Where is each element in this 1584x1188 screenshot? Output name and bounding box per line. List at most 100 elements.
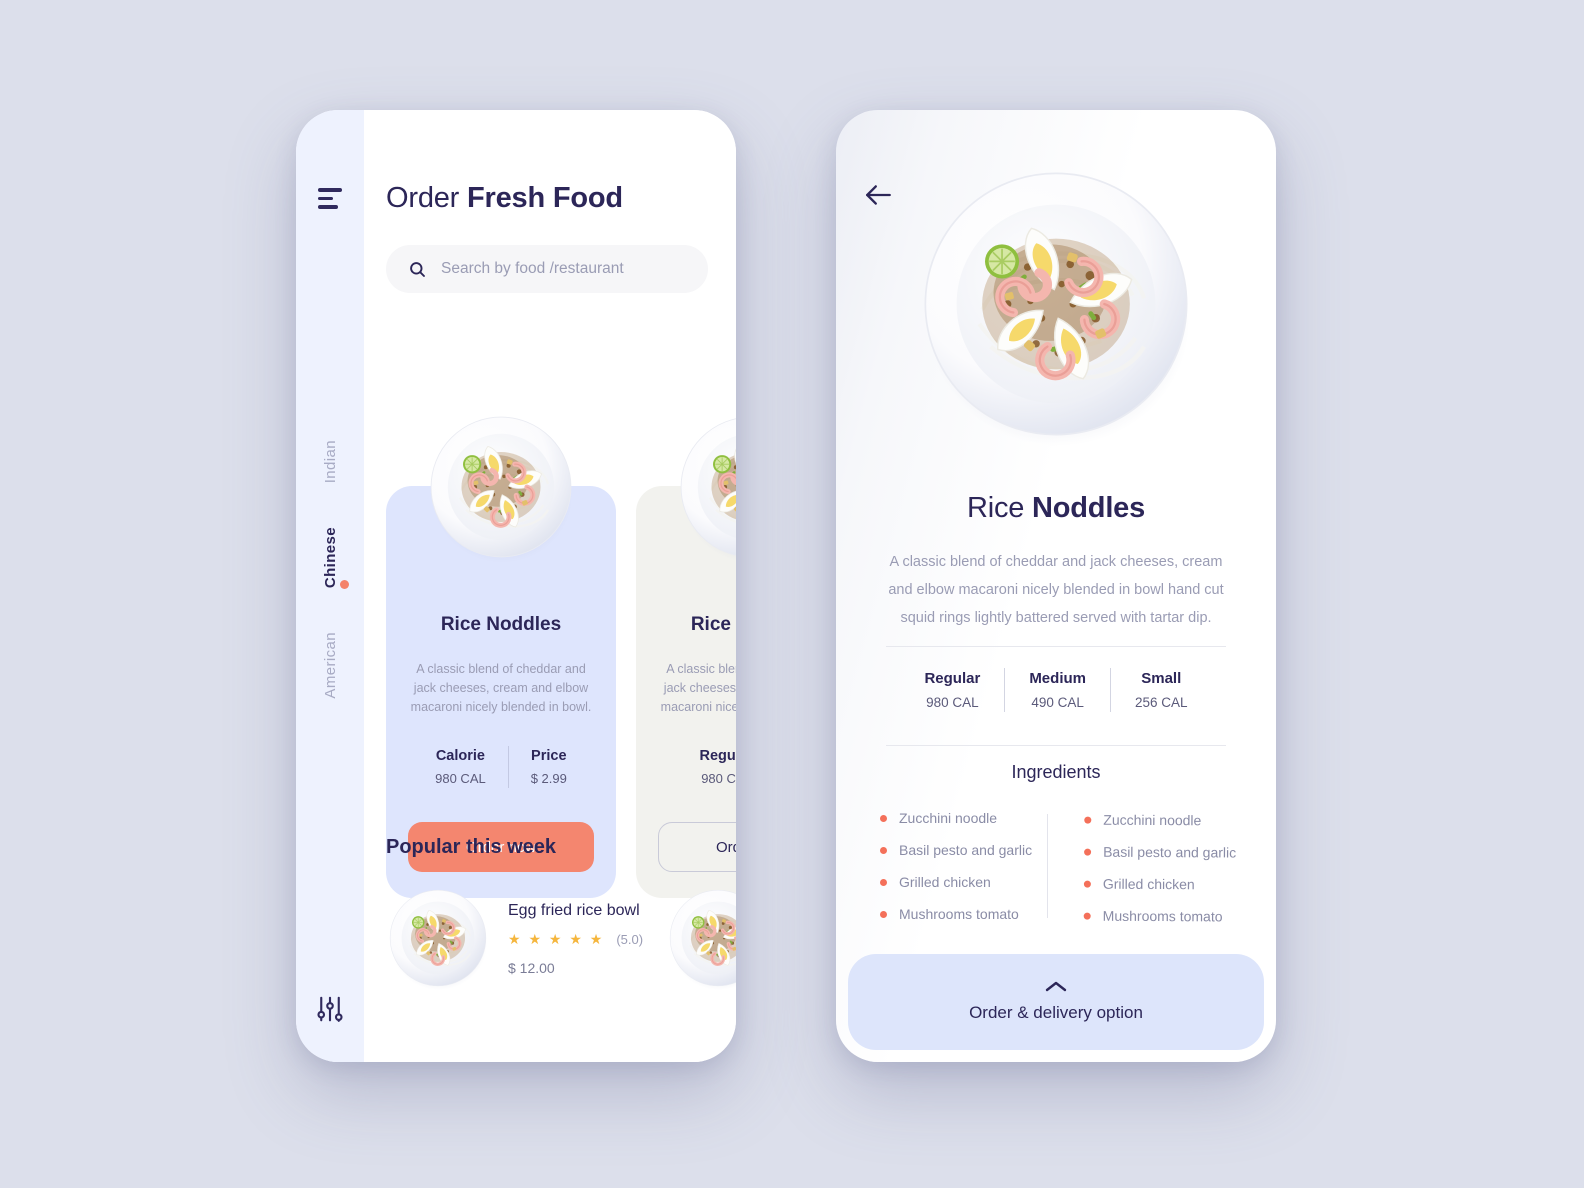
- sidebar-item-indian[interactable]: Indian: [322, 440, 339, 483]
- bullet-icon: [1083, 816, 1091, 824]
- detail-title-light: Rice: [966, 492, 1033, 524]
- rating-value: (5.0): [616, 932, 644, 947]
- bullet-icon: [880, 814, 887, 822]
- size-label: Regular: [924, 670, 981, 687]
- search-icon: [410, 261, 425, 277]
- stat-value: 980 CAL: [435, 771, 486, 786]
- stat-price: Price $ 2.99: [509, 748, 589, 786]
- size-calories: 980 CAL: [926, 695, 979, 710]
- list-item[interactable]: Egg fried rice bowl ★ ★ ★ ★ ★ (5.0) $ 12…: [386, 886, 643, 990]
- page-title: Order Fresh Food: [386, 182, 623, 215]
- list-item: Basil pesto and garlic: [1083, 843, 1251, 861]
- divider: [886, 745, 1226, 746]
- bullet-icon: [1083, 912, 1091, 920]
- ingredient-label: Grilled chicken: [1102, 875, 1195, 893]
- stat-label: Price: [531, 748, 567, 764]
- page-title-bold: Fresh Food: [467, 182, 623, 214]
- list-item: Grilled chicken: [1083, 876, 1250, 893]
- ingredient-label: Mushrooms tomato: [899, 906, 1019, 922]
- hamburger-line: [318, 188, 342, 192]
- phone-list-screen: Indian Chinese American Order Fresh Food: [296, 110, 736, 1062]
- bullet-icon: [880, 878, 887, 886]
- size-option-medium[interactable]: Medium 490 CAL: [1005, 670, 1110, 710]
- size-calories: 490 CAL: [1031, 695, 1084, 710]
- arrow-left-icon[interactable]: [864, 182, 894, 208]
- stat-regular: Regular 980 CAL: [677, 748, 736, 786]
- search-input[interactable]: Search by food /restaurant: [386, 245, 708, 293]
- bullet-icon: [1083, 880, 1091, 888]
- list-item: Zucchini noodle: [880, 810, 1047, 826]
- list-item[interactable]: Egg fried rice bowl ★ ★ ★ ★ ★ (5.0) $ 12…: [666, 886, 736, 993]
- bullet-icon: [880, 846, 887, 854]
- sidebar-item-chinese[interactable]: Chinese: [322, 527, 339, 588]
- list-content: Order Fresh Food Search by food /restaur…: [364, 110, 736, 1062]
- food-plate-image: [386, 886, 490, 990]
- ingredient-label: Zucchini noodle: [1102, 811, 1201, 829]
- rating-row: ★ ★ ★ ★ ★ (5.0): [508, 931, 643, 948]
- food-card-secondary[interactable]: Rice Noddles A classic blend of cheddar …: [636, 486, 736, 898]
- ingredient-label: Zucchini noodle: [899, 810, 998, 826]
- ingredients-heading: Ingredients: [1011, 762, 1101, 782]
- list-item-info: Egg fried rice bowl ★ ★ ★ ★ ★ (5.0) $ 12…: [508, 886, 643, 976]
- ingredients-columns: Zucchini noodle Basil pesto and garlic G…: [880, 810, 1250, 924]
- size-label: Medium: [1029, 670, 1086, 687]
- hamburger-line: [318, 196, 333, 200]
- category-list: Indian Chinese American: [296, 440, 364, 699]
- food-card-title: Rice Noddles: [690, 614, 736, 635]
- stat-label: Regular: [699, 748, 736, 764]
- ingredients-column-left: Zucchini noodle Basil pesto and garlic G…: [880, 810, 1047, 922]
- sliders-icon[interactable]: [315, 994, 345, 1024]
- order-delivery-option-button[interactable]: Order & delivery option: [848, 954, 1264, 1050]
- order-bar-label: Order & delivery option: [969, 1003, 1143, 1022]
- stat-value: 980 CAL: [701, 771, 736, 786]
- size-option-small[interactable]: Small 256 CAL: [1111, 670, 1212, 710]
- list-item: Mushrooms tomato: [1083, 908, 1250, 925]
- food-plate-image: [425, 411, 577, 563]
- food-plate-image: [666, 886, 736, 990]
- size-option-regular[interactable]: Regular 980 CAL: [900, 670, 1004, 710]
- food-card-title: Rice Noddles: [440, 614, 562, 635]
- category-sidebar: Indian Chinese American: [296, 110, 364, 1062]
- size-label: Small: [1141, 670, 1182, 687]
- food-card-stats: Regular 980 CAL: [636, 746, 736, 788]
- bullet-icon: [880, 910, 887, 918]
- list-item: Zucchini noodle: [1083, 811, 1251, 829]
- bullet-icon: [1083, 848, 1091, 856]
- list-item: Basil pesto and garlic: [880, 842, 1047, 858]
- stat-calorie: Calorie 980 CAL: [413, 748, 508, 786]
- size-calories: 256 CAL: [1134, 695, 1188, 710]
- food-description: A classic blend of cheddar and jack chee…: [888, 554, 1224, 626]
- detail-title-bold: Noddles: [1032, 492, 1146, 524]
- star-rating-icons: ★ ★ ★ ★ ★: [508, 931, 605, 947]
- phone-detail-screen: Rice Noddles A classic blend of cheddar …: [836, 110, 1276, 1062]
- food-plate-image: [675, 411, 736, 563]
- order-now-button[interactable]: Order now: [658, 822, 736, 872]
- list-item: Grilled chicken: [880, 874, 1047, 890]
- divider: [886, 646, 1226, 647]
- ingredient-label: Basil pesto and garlic: [1102, 843, 1236, 861]
- food-card-description: A classic blend of cheddar and jack chee…: [660, 662, 736, 714]
- chevron-up-icon: [1045, 981, 1067, 992]
- size-options: Regular 980 CAL Medium 490 CAL Small 256…: [836, 668, 1276, 712]
- list-item-price: $ 12.00: [508, 960, 555, 976]
- food-card-stats: Calorie 980 CAL Price $ 2.99: [386, 746, 616, 788]
- food-card-carousel[interactable]: Rice Noddles A classic blend of cheddar …: [364, 376, 736, 898]
- hero-food-image: [914, 162, 1198, 446]
- ingredient-label: Basil pesto and garlic: [899, 842, 1033, 858]
- page-title: Rice Noddles: [836, 492, 1276, 525]
- ingredients-divider: [1046, 814, 1048, 918]
- search-placeholder: Search by food /restaurant: [441, 260, 624, 277]
- ingredients-column-right: Zucchini noodle Basil pesto and garlic G…: [1053, 811, 1250, 924]
- hamburger-line: [318, 205, 338, 209]
- popular-section-heading: Popular this week: [386, 836, 557, 858]
- hamburger-menu-icon[interactable]: [318, 188, 342, 209]
- page-title-light: Order: [386, 182, 467, 214]
- mockup-stage: Indian Chinese American Order Fresh Food: [0, 0, 1584, 1188]
- food-card-description: A classic blend of cheddar and jack chee…: [410, 662, 592, 714]
- ingredient-label: Mushrooms tomato: [1102, 907, 1223, 925]
- list-item: Mushrooms tomato: [880, 906, 1047, 922]
- stat-label: Calorie: [435, 748, 485, 764]
- list-item-title: Egg fried rice bowl: [508, 902, 640, 919]
- active-category-dot: [340, 580, 349, 589]
- sidebar-item-american[interactable]: American: [322, 632, 339, 699]
